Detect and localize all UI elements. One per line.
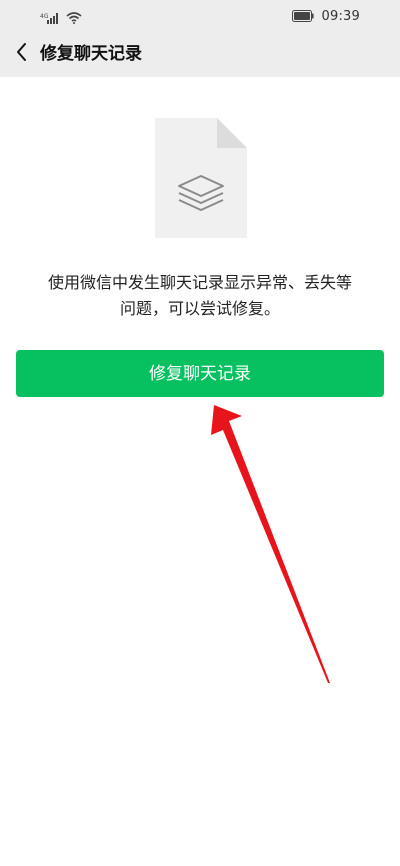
description-line-1: 使用微信中发生聊天记录显示异常、丢失等	[47, 273, 352, 292]
status-time: 09:39	[321, 9, 360, 24]
status-left-group: 4G	[40, 9, 82, 28]
navigation-bar: 修复聊天记录	[0, 32, 400, 77]
battery-icon	[291, 7, 314, 26]
wifi-icon	[66, 9, 82, 28]
chevron-left-icon	[15, 42, 29, 66]
status-right-group: 09:39	[291, 7, 360, 26]
page-title: 修复聊天记录	[40, 44, 142, 64]
back-button[interactable]	[8, 40, 36, 68]
description-line-2: 问题，可以尝试修复。	[119, 299, 280, 318]
repair-chat-history-button[interactable]: 修复聊天记录	[16, 350, 384, 397]
signal-label: 4G	[40, 13, 49, 20]
stacked-layers-file-icon	[155, 118, 247, 238]
description-text: 使用微信中发生聊天记录显示异常、丢失等 问题，可以尝试修复。	[20, 270, 380, 322]
signal-icon: 4G	[40, 9, 60, 28]
repair-chat-history-screen: 4G 09:39 修复聊天记录 使用微信中发生聊天记录显示异常、丢失等 问题，可…	[0, 0, 400, 866]
status-bar: 4G 09:39	[0, 0, 400, 32]
